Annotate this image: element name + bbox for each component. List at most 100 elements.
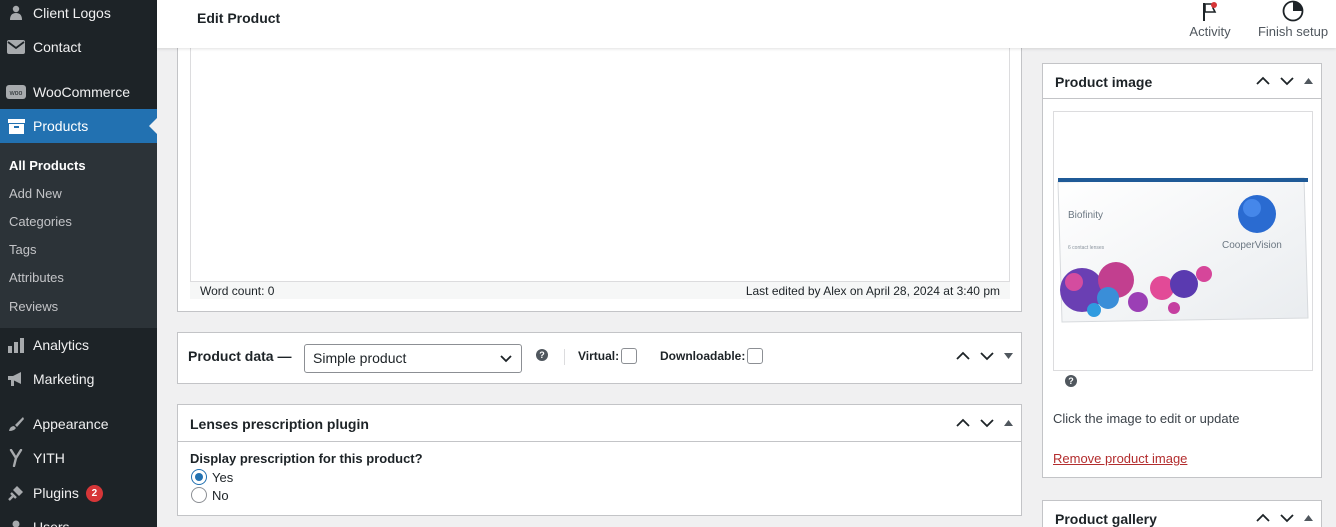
progress-circle-icon (1282, 0, 1304, 22)
move-up-icon[interactable] (956, 418, 970, 428)
downloadable-label: Downloadable: (660, 349, 746, 363)
lenses-box-header: Lenses prescription plugin (178, 405, 1021, 442)
move-up-icon[interactable] (1256, 513, 1270, 523)
product-image-caption: Click the image to edit or update (1053, 411, 1240, 426)
plugin-icon (6, 483, 26, 503)
woo-icon: woo (6, 82, 26, 102)
product-gallery-box: Product gallery (1042, 500, 1322, 527)
user-icon (6, 3, 26, 23)
svg-text:woo: woo (9, 90, 23, 97)
toggle-panel-icon[interactable] (1004, 352, 1013, 360)
product-image-box: Product image Biofinity 6 contact lenses… (1042, 63, 1322, 478)
product-type-value: Simple product (313, 350, 407, 366)
downloadable-checkbox[interactable] (747, 348, 764, 364)
activity-button[interactable]: Activity (1187, 0, 1233, 39)
mail-icon (6, 37, 26, 57)
submenu-attributes[interactable]: Attributes (9, 270, 64, 285)
box-controls (956, 351, 1013, 361)
product-data-title: Product data — (188, 348, 292, 364)
editor-status-bar: Word count: 0 Last edited by Alex on Apr… (190, 281, 1010, 299)
virtual-label: Virtual: (578, 349, 620, 363)
content-editor-box: Word count: 0 Last edited by Alex on Apr… (177, 48, 1022, 312)
prescription-no-radio[interactable] (191, 487, 207, 503)
word-count: Word count: 0 (200, 283, 275, 298)
menu-woocommerce[interactable]: woo WooCommerce (0, 75, 157, 109)
products-submenu: All Products Add New Categories Tags Att… (0, 143, 157, 328)
menu-yith[interactable]: YITH (0, 441, 157, 475)
help-icon[interactable]: ? (1065, 375, 1077, 387)
menu-label: Marketing (33, 371, 95, 387)
last-edited: Last edited by Alex on April 28, 2024 at… (745, 283, 1000, 298)
admin-sidebar: Client Logos Contact woo WooCommerce Pro… (0, 0, 157, 527)
virtual-checkbox[interactable] (621, 348, 638, 364)
downloadable-option[interactable]: Downloadable: (660, 348, 764, 364)
flag-icon (1202, 0, 1218, 22)
yith-icon (6, 448, 26, 468)
menu-analytics[interactable]: Analytics (0, 328, 157, 362)
prescription-yes-radio[interactable] (191, 469, 207, 485)
product-gallery-title: Product gallery (1055, 511, 1157, 527)
content-editor-textarea[interactable] (190, 48, 1010, 299)
box-pack-text: 6 contact lenses (1068, 245, 1105, 251)
menu-label: Analytics (33, 337, 90, 353)
product-type-select[interactable]: Simple product (304, 344, 522, 373)
megaphone-icon (6, 369, 26, 389)
menu-label: Users (33, 519, 70, 527)
menu-client-logos[interactable]: Client Logos (0, 0, 157, 30)
submenu-reviews[interactable]: Reviews (9, 299, 58, 314)
box-controls (956, 418, 1013, 428)
move-down-icon[interactable] (980, 351, 994, 361)
move-down-icon[interactable] (1280, 513, 1294, 523)
menu-products[interactable]: Products (0, 109, 157, 143)
move-up-icon[interactable] (956, 351, 970, 361)
product-image-title: Product image (1055, 74, 1153, 90)
prescription-no-option[interactable]: No (191, 487, 229, 503)
virtual-option[interactable]: Virtual: (578, 348, 638, 364)
menu-label: WooCommerce (33, 84, 130, 100)
box-controls (1256, 513, 1313, 523)
radio-label: Yes (212, 469, 234, 485)
move-down-icon[interactable] (1280, 76, 1294, 86)
page-title: Edit Product (197, 10, 281, 26)
toggle-panel-icon[interactable] (1304, 77, 1313, 85)
plugins-update-badge: 2 (85, 484, 103, 502)
submenu-all-products[interactable]: All Products (9, 158, 86, 173)
submenu-tags[interactable]: Tags (9, 242, 36, 257)
activity-label: Activity (1189, 24, 1231, 39)
product-data-box: Product data — Simple product ? Virtual:… (177, 332, 1022, 384)
prescription-yes-option[interactable]: Yes (191, 469, 233, 485)
finish-setup-button[interactable]: Finish setup (1255, 0, 1331, 39)
box-brand-text: Biofinity (1068, 210, 1103, 221)
menu-users[interactable]: Users (0, 510, 157, 527)
menu-marketing[interactable]: Marketing (0, 362, 157, 396)
radio-label: No (212, 487, 229, 503)
archive-icon (6, 116, 26, 136)
prescription-question: Display prescription for this product? (190, 451, 423, 466)
move-down-icon[interactable] (980, 418, 994, 428)
product-image-thumbnail[interactable]: Biofinity 6 contact lenses CooperVision (1053, 111, 1313, 371)
menu-appearance[interactable]: Appearance (0, 407, 157, 441)
lenses-prescription-box: Lenses prescription plugin Display presc… (177, 404, 1022, 516)
submenu-add-new[interactable]: Add New (9, 186, 62, 201)
toggle-panel-icon[interactable] (1304, 514, 1313, 522)
lenses-box-title: Lenses prescription plugin (190, 416, 369, 432)
remove-product-image-link[interactable]: Remove product image (1053, 451, 1187, 466)
help-icon[interactable]: ? (536, 349, 548, 361)
menu-label: Contact (33, 39, 82, 55)
menu-plugins[interactable]: Plugins 2 (0, 476, 157, 510)
biofinity-box-image: Biofinity 6 contact lenses CooperVision (1057, 177, 1309, 323)
move-up-icon[interactable] (1256, 76, 1270, 86)
users-icon (6, 517, 26, 527)
chevron-down-icon (499, 351, 513, 368)
menu-label: Client Logos (33, 5, 111, 21)
paintbrush-icon (6, 414, 26, 434)
menu-contact[interactable]: Contact (0, 30, 157, 64)
toggle-panel-icon[interactable] (1004, 419, 1013, 427)
product-image-header: Product image (1043, 64, 1321, 99)
page-header: Edit Product Activity Finish setup (157, 0, 1336, 48)
menu-label: Appearance (33, 416, 109, 432)
menu-label: Plugins (33, 485, 79, 501)
bar-chart-icon (6, 335, 26, 355)
divider (564, 349, 565, 365)
submenu-categories[interactable]: Categories (9, 214, 72, 229)
